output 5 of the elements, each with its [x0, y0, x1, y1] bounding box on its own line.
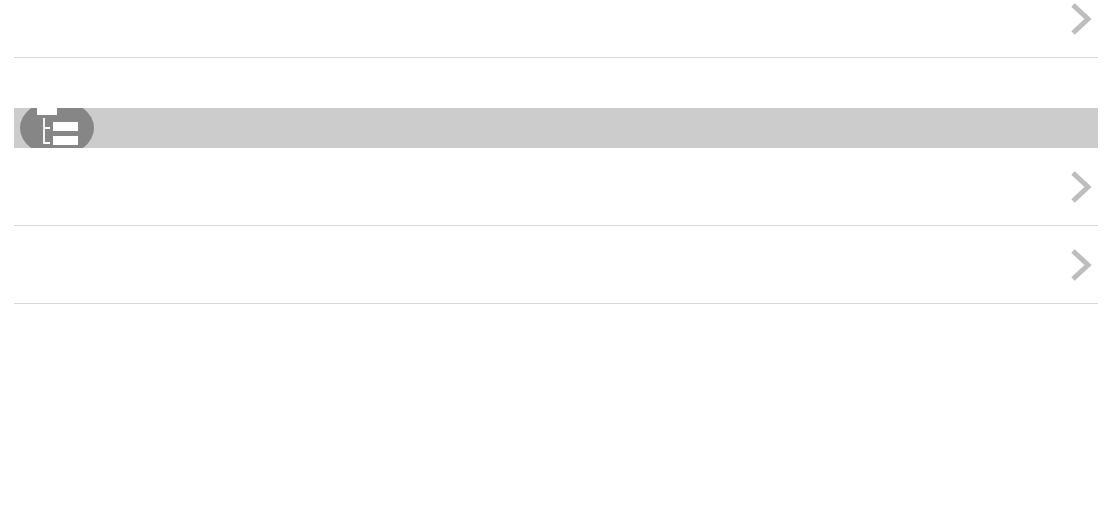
- outline-icon: [20, 108, 94, 148]
- chevron-right-icon: [1070, 1, 1092, 36]
- chevron-right-icon: [1070, 247, 1092, 282]
- list-row[interactable]: [14, 0, 1098, 58]
- chevron-right-icon: [1070, 169, 1092, 204]
